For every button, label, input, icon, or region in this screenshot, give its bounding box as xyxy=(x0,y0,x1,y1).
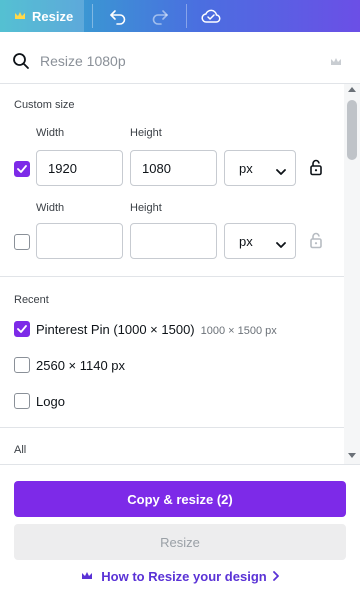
search-bar xyxy=(0,38,360,84)
how-to-resize-label: How to Resize your design xyxy=(101,568,267,584)
chevron-right-icon xyxy=(272,571,279,581)
copy-and-resize-button[interactable]: Copy & resize (2) xyxy=(14,481,346,517)
crown-icon xyxy=(330,54,342,72)
custom-size-checkbox-1[interactable] xyxy=(14,161,30,177)
search-input[interactable] xyxy=(40,50,310,72)
toolbar-divider xyxy=(92,4,93,28)
resize-toolbar-button[interactable]: Resize xyxy=(0,0,84,32)
unit-select-value: px xyxy=(239,233,253,249)
search-icon xyxy=(12,52,30,70)
height-label: Height xyxy=(130,127,162,139)
crown-icon xyxy=(81,571,93,581)
editor-toolbar: Resize xyxy=(0,0,360,32)
crown-icon xyxy=(14,9,26,24)
width-label: Width xyxy=(36,127,65,139)
recent-item-pinterest[interactable]: Pinterest Pin (1000 × 1500) 1000 × 1500 p… xyxy=(36,322,277,337)
unlock-icon[interactable] xyxy=(309,159,323,181)
size-options-list[interactable]: Custom size Width Height 1920 1080 px Wi… xyxy=(0,84,344,464)
footer-divider xyxy=(0,464,360,465)
unlock-icon xyxy=(309,232,323,254)
width-label: Width xyxy=(36,202,65,214)
scroll-down-arrow[interactable] xyxy=(348,453,356,458)
vertical-scrollbar[interactable] xyxy=(344,84,360,464)
section-divider xyxy=(0,427,344,428)
height-label: Height xyxy=(130,202,162,214)
all-title: All xyxy=(14,444,27,456)
scroll-up-arrow[interactable] xyxy=(348,87,356,92)
recent-item-dimensions: 1000 × 1500 px xyxy=(200,325,277,337)
width-field[interactable] xyxy=(36,223,123,259)
unit-select[interactable]: px xyxy=(224,223,296,259)
cloud-check-icon[interactable] xyxy=(199,4,223,28)
recent-item-logo[interactable]: Logo xyxy=(36,394,65,409)
scrollbar-thumb[interactable] xyxy=(347,100,357,160)
chevron-down-icon xyxy=(276,164,286,179)
custom-size-title: Custom size xyxy=(14,99,75,111)
recent-checkbox-pinterest[interactable] xyxy=(14,321,30,337)
recent-title: Recent xyxy=(14,294,49,306)
unit-select-value: px xyxy=(239,160,253,176)
toolbar-divider xyxy=(186,4,187,28)
custom-size-checkbox-2[interactable] xyxy=(14,234,30,250)
chevron-down-icon xyxy=(276,237,286,252)
width-field[interactable]: 1920 xyxy=(36,150,123,186)
how-to-resize-link[interactable]: How to Resize your design xyxy=(0,566,360,586)
unit-select[interactable]: px xyxy=(224,150,296,186)
resize-panel: Custom size Width Height 1920 1080 px Wi… xyxy=(0,38,360,602)
recent-item-label: Pinterest Pin (1000 × 1500) xyxy=(36,322,195,337)
height-field[interactable] xyxy=(130,223,217,259)
recent-checkbox-logo[interactable] xyxy=(14,393,30,409)
height-field[interactable]: 1080 xyxy=(130,150,217,186)
recent-checkbox-2560[interactable] xyxy=(14,357,30,373)
resize-toolbar-label: Resize xyxy=(32,8,74,24)
section-divider xyxy=(0,276,344,277)
resize-button[interactable]: Resize xyxy=(14,524,346,560)
undo-icon[interactable] xyxy=(106,4,130,28)
redo-icon[interactable] xyxy=(148,4,172,28)
recent-item-2560[interactable]: 2560 × 1140 px xyxy=(36,358,125,373)
